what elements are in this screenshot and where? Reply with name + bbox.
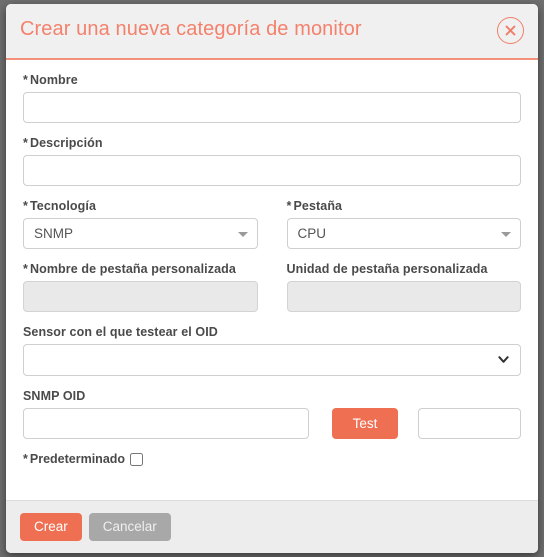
field-custom-tab-unit: Unidad de pestaña personalizada: [286, 262, 522, 312]
field-custom-tab-name: * Nombre de pestaña personalizada: [23, 262, 258, 312]
snmp-oid-row: Test: [23, 408, 521, 439]
technology-selected-value: SNMP: [34, 226, 74, 241]
default-checkbox[interactable]: [130, 452, 144, 466]
dialog-footer: Crear Cancelar: [6, 500, 538, 553]
field-default: * Predeterminado: [23, 452, 521, 466]
label-tab: * Pestaña: [287, 199, 522, 213]
label-default-text: Predeterminado: [29, 452, 126, 466]
field-name: * Nombre: [23, 73, 521, 123]
label-name: * Nombre: [23, 73, 521, 87]
required-marker: *: [23, 452, 28, 466]
close-icon[interactable]: [497, 17, 524, 44]
label-sensor-text: Sensor con el que testear el OID: [23, 325, 218, 339]
label-description-text: Descripción: [29, 136, 103, 150]
test-result-input[interactable]: [418, 408, 521, 439]
close-x-icon: [505, 25, 516, 36]
label-tab-text: Pestaña: [293, 199, 343, 213]
name-input[interactable]: [23, 92, 521, 123]
label-snmp-oid-text: SNMP OID: [23, 389, 86, 403]
required-marker: *: [23, 73, 28, 87]
label-technology: * Tecnología: [23, 199, 258, 213]
sensor-select[interactable]: [23, 344, 521, 376]
label-snmp-oid: SNMP OID: [23, 389, 521, 403]
label-name-text: Nombre: [29, 73, 78, 87]
label-custom-tab-name: * Nombre de pestaña personalizada: [23, 262, 258, 276]
label-default: * Predeterminado: [23, 452, 125, 466]
test-button[interactable]: Test: [332, 408, 398, 439]
caret-down-icon: [237, 231, 248, 237]
cancel-button[interactable]: Cancelar: [88, 513, 171, 541]
create-monitor-category-dialog: Crear una nueva categoría de monitor * No…: [6, 4, 538, 553]
required-marker: *: [23, 136, 28, 150]
label-technology-text: Tecnología: [29, 199, 97, 213]
label-sensor: Sensor con el que testear el OID: [23, 325, 521, 339]
row-technology-tab: * Tecnología SNMP * Pestaña CPU: [23, 199, 521, 262]
caret-down-icon: [501, 231, 511, 237]
label-description: * Descripción: [23, 136, 521, 150]
field-tab: * Pestaña CPU: [286, 199, 522, 249]
field-sensor: Sensor con el que testear el OID: [23, 325, 521, 376]
description-input[interactable]: [23, 155, 521, 186]
tab-select[interactable]: CPU: [286, 218, 521, 249]
required-marker: *: [286, 199, 292, 213]
dialog-body: *Nombre *Descripción *Tecnología SNMP: [6, 60, 538, 500]
create-button[interactable]: Crear: [20, 513, 82, 541]
label-custom-tab-unit-text: Unidad de pestaña personalizada: [286, 262, 488, 276]
dialog-header: Crear una nueva categoría de monitor: [6, 4, 538, 60]
technology-select[interactable]: SNMP: [23, 218, 258, 249]
field-description: * Descripción: [23, 136, 521, 186]
field-technology: * Tecnología SNMP: [23, 199, 258, 249]
tab-selected-value: CPU: [297, 226, 327, 241]
custom-tab-unit-input[interactable]: [286, 281, 521, 312]
required-marker: *: [23, 199, 28, 213]
row-custom-tab: * Nombre de pestaña personalizada Unidad …: [23, 262, 521, 325]
page-title: Crear una nueva categoría de monitor: [20, 18, 362, 40]
chevron-down-icon: [498, 356, 509, 363]
label-custom-tab-name-text: Nombre de pestaña personalizada: [29, 262, 236, 276]
snmp-oid-input[interactable]: [23, 408, 309, 439]
label-custom-tab-unit: Unidad de pestaña personalizada: [287, 262, 522, 276]
field-snmp-oid: SNMP OID Test: [23, 389, 521, 439]
required-marker: *: [23, 262, 28, 276]
custom-tab-name-input[interactable]: [23, 281, 258, 312]
